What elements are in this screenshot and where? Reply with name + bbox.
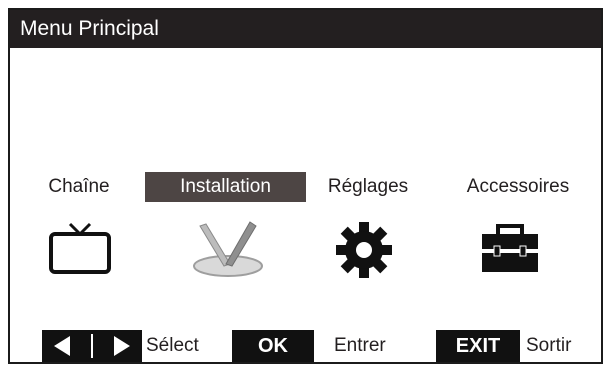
enter-label: Entrer <box>334 335 386 356</box>
menu-item-reglages[interactable]: Réglages <box>314 172 422 202</box>
menu-item-chaine[interactable]: Chaîne <box>32 172 126 202</box>
window-title: Menu Principal <box>10 10 601 48</box>
menu-item-accessoires[interactable]: Accessoires <box>448 172 588 202</box>
ok-key[interactable]: OK <box>232 330 314 362</box>
menu-item-installation[interactable]: Installation <box>145 172 306 202</box>
satellite-dish-icon[interactable] <box>190 220 270 285</box>
gear-icon[interactable] <box>334 220 394 285</box>
main-menu-window: Menu Principal Chaîne Installation Régla… <box>8 8 603 364</box>
left-right-arrows-icon[interactable] <box>42 330 142 362</box>
tv-icon[interactable] <box>48 220 112 281</box>
exit-key[interactable]: EXIT <box>436 330 520 362</box>
key-legend: Sélect OK Entrer EXIT Sortir <box>10 328 601 362</box>
select-label: Sélect <box>146 335 199 356</box>
exit-label: Sortir <box>526 335 572 356</box>
toolbox-icon[interactable] <box>478 220 542 281</box>
